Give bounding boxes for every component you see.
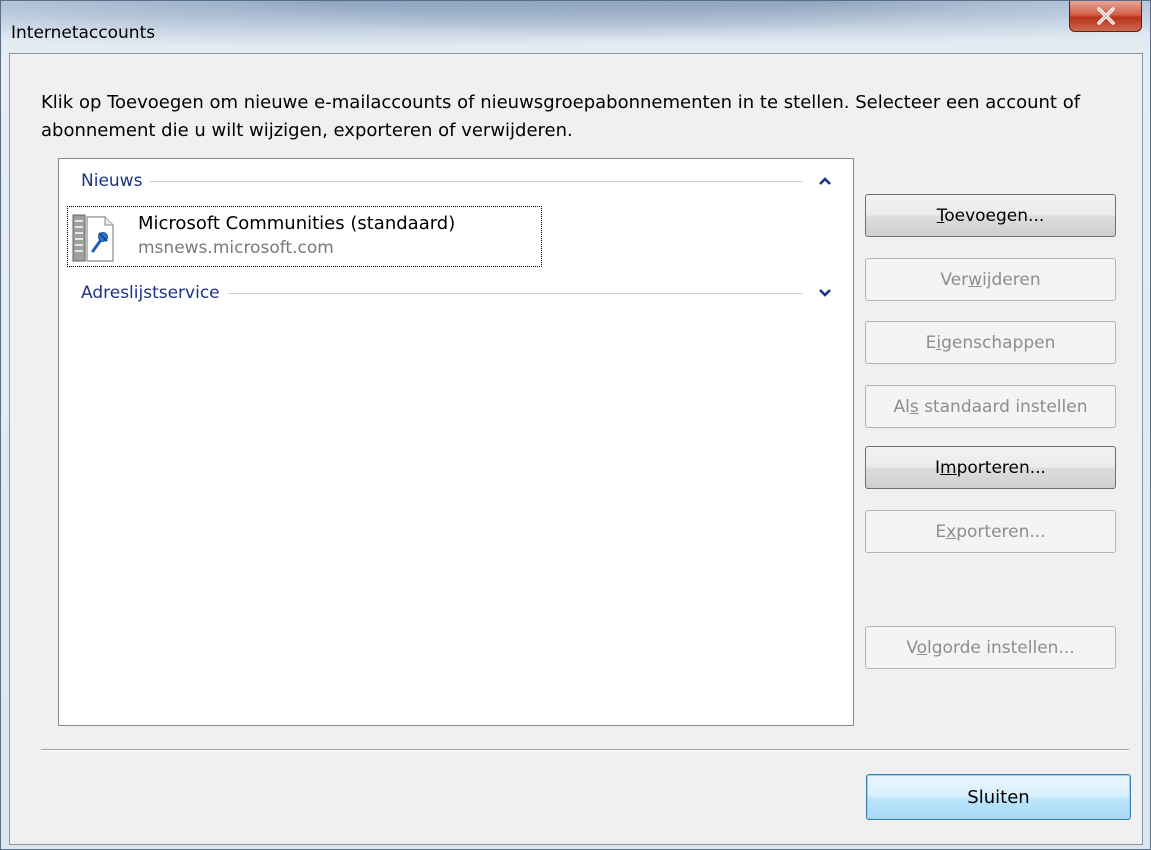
group-divider (227, 292, 803, 294)
group-header-nieuws[interactable]: Nieuws (81, 169, 833, 193)
chevron-up-icon[interactable] (817, 173, 833, 189)
group-divider (150, 180, 803, 182)
remove-button[interactable]: Verwijderen (865, 258, 1116, 301)
account-server: msnews.microsoft.com (138, 238, 334, 258)
list-item-account[interactable]: Microsoft Communities (standaard) msnews… (67, 206, 542, 267)
add-button-label: Toevoegen... (936, 205, 1045, 226)
group-header-adreslijstservice[interactable]: Adreslijstservice (81, 281, 833, 305)
accounts-listbox[interactable]: Nieuws Microsoft Communities (standaard)… (58, 158, 854, 726)
footer-separator (41, 749, 1129, 751)
instructions-text: Klik op Toevoegen om nieuwe e-mailaccoun… (41, 92, 1081, 141)
chevron-down-icon[interactable] (817, 285, 833, 301)
close-icon (1096, 7, 1115, 25)
export-button-label: Exporteren... (935, 521, 1046, 542)
close-dialog-button-label: Sluiten (967, 786, 1030, 808)
account-name: Microsoft Communities (standaard) (138, 213, 456, 234)
properties-button-label: Eigenschappen (925, 332, 1056, 353)
news-server-icon (72, 214, 114, 262)
import-button[interactable]: Importeren... (865, 446, 1116, 489)
properties-button[interactable]: Eigenschappen (865, 321, 1116, 364)
group-label-nieuws: Nieuws (81, 171, 143, 191)
remove-button-label: Verwijderen (940, 269, 1041, 290)
window-title: Internetaccounts (11, 23, 156, 43)
set-default-button[interactable]: Als standaard instellen (865, 385, 1116, 428)
add-button[interactable]: Toevoegen... (865, 194, 1116, 237)
order-button-label: Volgorde instellen... (906, 637, 1075, 658)
group-label-adreslijstservice: Adreslijstservice (81, 283, 220, 303)
dialog-window: Internetaccounts Klik op Toevoegen om ni… (0, 0, 1151, 850)
set-default-button-label: Als standaard instellen (893, 396, 1088, 417)
window-close-button[interactable] (1069, 1, 1142, 32)
dialog-body: Klik op Toevoegen om nieuwe e-mailaccoun… (9, 53, 1143, 845)
close-dialog-button[interactable]: Sluiten (866, 774, 1131, 820)
order-button[interactable]: Volgorde instellen... (865, 626, 1116, 669)
export-button[interactable]: Exporteren... (865, 510, 1116, 553)
import-button-label: Importeren... (935, 457, 1046, 478)
